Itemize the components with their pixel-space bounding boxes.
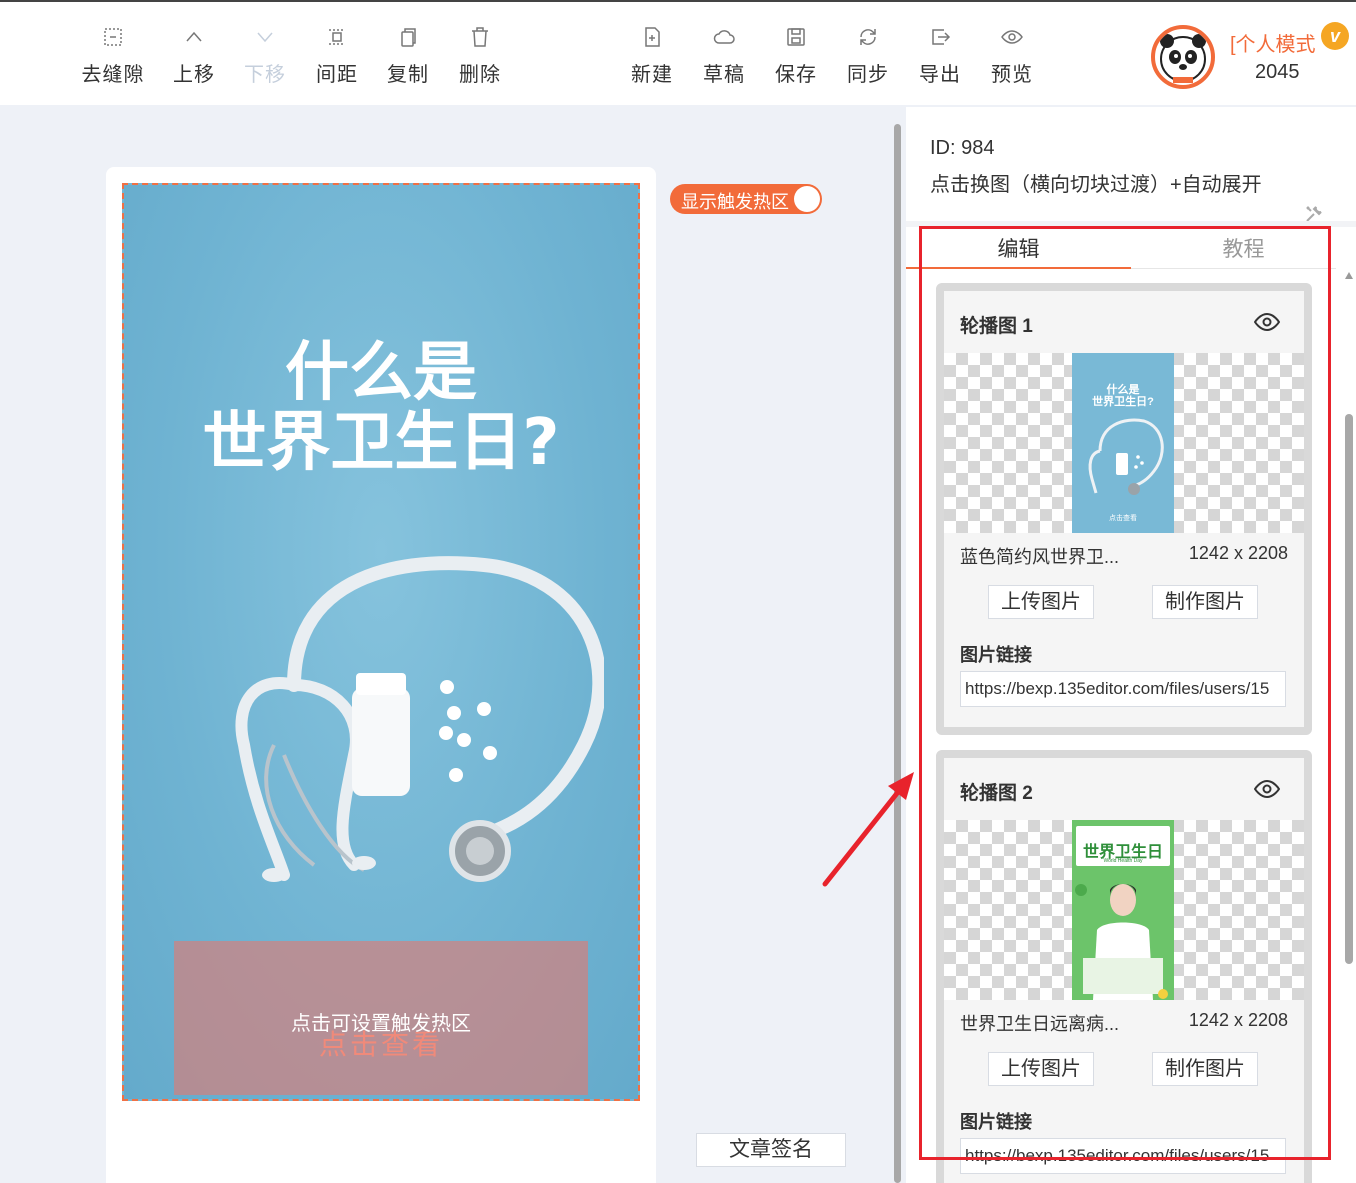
copy-icon — [372, 26, 444, 52]
slide-file-size: 1242 x 2208 — [1188, 543, 1288, 563]
trigger-hotzone[interactable]: 点击查看 点击可设置触发热区 — [174, 941, 588, 1095]
personal-mode-link[interactable]: [个人模式 — [1230, 28, 1316, 57]
export-button[interactable]: 导出 — [904, 26, 976, 87]
slide-file-size: 1242 x 2208 — [1188, 1010, 1288, 1030]
poster-title-line2: 世界卫生日? — [202, 406, 560, 480]
move-down-button[interactable]: 下移 — [229, 26, 301, 87]
chevron-down-icon — [229, 26, 301, 52]
spacing-button[interactable]: 间距 — [301, 26, 373, 87]
canvas-scrollbar-thumb[interactable] — [894, 124, 901, 1183]
stethoscope-illustration — [235, 556, 604, 882]
toggle-label: 显示触发热区 — [681, 192, 789, 212]
image-link-input[interactable]: https://bexp.135editor.com/files/users/1… — [960, 1138, 1286, 1174]
active-tab-underline — [906, 267, 1131, 269]
gap-icon — [77, 26, 149, 52]
image-link-label: 图片链接 — [960, 645, 1032, 665]
remove-gap-button[interactable]: 去缝隙 — [77, 26, 149, 87]
slide-file-name: 蓝色简约风世界卫... — [960, 547, 1120, 567]
save-button[interactable]: 保存 — [760, 26, 832, 87]
save-icon — [760, 26, 832, 52]
image-link-input[interactable]: https://bexp.135editor.com/files/users/1… — [960, 671, 1286, 707]
trash-icon — [444, 26, 516, 52]
delete-button[interactable]: 删除 — [444, 26, 516, 87]
panel-scrollbar-thumb[interactable] — [1345, 414, 1353, 964]
thumb-footer: 点击查看 — [1109, 515, 1137, 522]
show-hotzone-toggle[interactable]: 显示触发热区 — [670, 184, 822, 214]
make-image-button[interactable]: 制作图片 — [1152, 585, 1258, 619]
slide-thumbnail: 什么是 世界卫生日? 点击查看 — [1072, 353, 1174, 533]
vip-badge[interactable]: v — [1321, 22, 1349, 50]
chevron-up-icon — [158, 26, 230, 52]
user-number: 2045 — [1255, 61, 1300, 83]
slide-title: 轮播图 1 — [960, 316, 1033, 337]
eye-icon — [976, 26, 1048, 52]
move-up-button[interactable]: 上移 — [158, 26, 230, 87]
sync-icon — [832, 26, 904, 52]
top-toolbar: 去缝隙 上移 下移 间距 复制 删除 新建 草稿 保存 同步 导出 预览 [个人… — [0, 0, 1356, 105]
eye-icon[interactable] — [1254, 780, 1280, 798]
slide-preview[interactable]: 什么是 世界卫生日? 点击查看 — [944, 353, 1304, 533]
eye-icon[interactable] — [1254, 313, 1280, 331]
component-id: ID: 984 — [930, 137, 995, 159]
sync-button[interactable]: 同步 — [832, 26, 904, 87]
component-description: 点击换图（横向切块过渡）+自动展开 — [930, 174, 1262, 196]
new-button[interactable]: 新建 — [616, 26, 688, 87]
user-avatar[interactable] — [1151, 25, 1215, 89]
spacing-icon — [301, 26, 373, 52]
upload-image-button[interactable]: 上传图片 — [988, 585, 1094, 619]
make-image-button[interactable]: 制作图片 — [1152, 1052, 1258, 1086]
thumb-stethoscope — [1088, 418, 1164, 495]
slide-thumbnail: 世界卫生日 World Health Day — [1072, 820, 1174, 1000]
thumb-title-line2: 世界卫生日? — [1092, 396, 1154, 408]
panel-scrollbar[interactable] — [1344, 270, 1354, 1183]
preview-button[interactable]: 预览 — [976, 26, 1048, 87]
image-link-label: 图片链接 — [960, 1112, 1032, 1132]
upload-image-button[interactable]: 上传图片 — [988, 1052, 1094, 1086]
carousel-slide-card-1: 轮播图 1 什么是 世界卫生日? 点击查看 蓝色简约风世界卫... 1242 x… — [936, 283, 1312, 735]
new-file-icon — [616, 26, 688, 52]
toggle-knob — [794, 186, 820, 212]
article-signature-button[interactable]: 文章签名 — [696, 1133, 846, 1167]
thumb-subtitle: World Health Day — [1103, 858, 1143, 864]
poster-image[interactable]: 什么是 世界卫生日? 点击查看 点击可设置触发热区 — [122, 183, 640, 1101]
draft-button[interactable]: 草稿 — [688, 26, 760, 87]
canvas-scrollbar[interactable] — [893, 112, 902, 1183]
tab-tutorial[interactable]: 教程 — [1131, 233, 1356, 263]
thumb-doctor-figure — [1075, 884, 1168, 1000]
carousel-slide-card-2: 轮播图 2 世界卫生日 World Health Day 世界卫生日远离病...… — [936, 750, 1312, 1183]
scroll-up-arrow-icon[interactable] — [1345, 272, 1353, 279]
panda-icon — [1160, 34, 1206, 83]
hotzone-caption: 点击可设置触发热区 — [291, 1013, 471, 1035]
panel-tabs: 编辑 教程 — [906, 227, 1336, 269]
tab-edit[interactable]: 编辑 — [906, 233, 1131, 263]
cloud-icon — [688, 26, 760, 52]
copy-button[interactable]: 复制 — [372, 26, 444, 87]
slide-title: 轮播图 2 — [960, 783, 1033, 804]
export-icon — [904, 26, 976, 52]
slide-preview[interactable]: 世界卫生日 World Health Day — [944, 820, 1304, 1000]
slide-file-name: 世界卫生日远离病... — [960, 1014, 1120, 1034]
